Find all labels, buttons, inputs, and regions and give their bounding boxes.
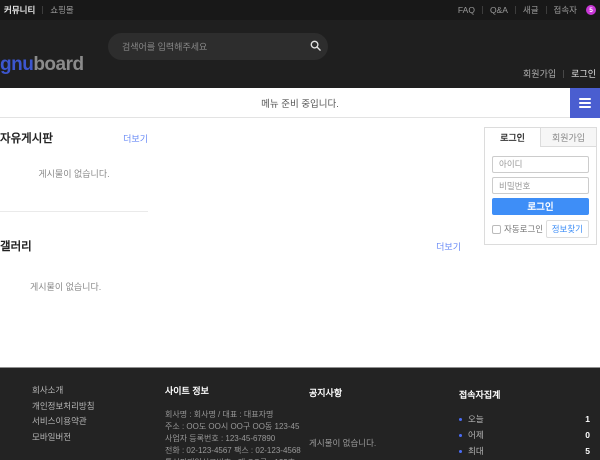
- nav-new-posts[interactable]: 새글: [523, 4, 539, 16]
- gallery-header: 갤러리 더보기: [0, 230, 461, 254]
- footer-link-privacy[interactable]: 개인정보처리방침: [32, 400, 95, 412]
- login-widget-tabs: 로그인 회원가입: [485, 128, 596, 147]
- divider: [482, 6, 483, 14]
- main-menu-bar: 메뉴 준비 중입니다.: [0, 88, 600, 118]
- footer-notice: 공지사항 게시물이 없습니다.: [309, 386, 376, 449]
- bullet-icon: [459, 450, 462, 453]
- site-footer: 회사소개 개인정보처리방침 서비스이용약관 모바일버전 사이트 정보 회사명 :…: [0, 367, 600, 460]
- gallery-title: 갤러리: [0, 238, 32, 254]
- topbar-left: 커뮤니티 쇼핑몰: [4, 4, 74, 16]
- visitor-value: 0: [585, 430, 590, 440]
- login-widget: 로그인 회원가입 로그인 자동로그인 정보찾기: [484, 127, 597, 245]
- visitor-count-badge[interactable]: 5: [586, 5, 596, 15]
- visitor-label: 최대: [468, 445, 585, 457]
- divider: [515, 6, 516, 14]
- menu-notice-text: 메뉴 준비 중입니다.: [261, 96, 339, 110]
- visitor-row-max: 최대 5: [459, 445, 590, 457]
- notice-title: 공지사항: [309, 386, 376, 399]
- free-board-header: 자유게시판 더보기: [0, 122, 148, 146]
- bullet-icon: [459, 434, 462, 437]
- divider: [546, 6, 547, 14]
- auto-login-checkbox[interactable]: [492, 225, 501, 234]
- free-board-more-link[interactable]: 더보기: [123, 132, 148, 145]
- logo-text-gnu: gnu: [0, 54, 33, 75]
- visitor-row-yesterday: 어제 0: [459, 429, 590, 441]
- footer-link-company[interactable]: 회사소개: [32, 384, 95, 396]
- join-link[interactable]: 회원가입: [523, 67, 556, 80]
- nav-shop[interactable]: 쇼핑몰: [50, 4, 73, 16]
- nav-visitors[interactable]: 접속자: [554, 4, 577, 16]
- gallery-empty-text: 게시물이 없습니다.: [30, 280, 101, 293]
- site-info-reg-number: 사업자 등록번호 : 123-45-67890: [165, 433, 301, 445]
- nav-faq[interactable]: FAQ: [458, 5, 475, 15]
- visitor-row-today: 오늘 1: [459, 413, 590, 425]
- footer-links: 회사소개 개인정보처리방침 서비스이용약관 모바일버전: [32, 384, 95, 446]
- site-info-lines: 회사명 : 회사명 / 대표 : 대표자명 주소 : OO도 OO시 OO구 O…: [165, 409, 301, 460]
- gallery-more-link[interactable]: 더보기: [436, 240, 461, 253]
- free-board-title: 자유게시판: [0, 130, 53, 146]
- site-info-title: 사이트 정보: [165, 384, 301, 397]
- auto-login-label: 자동로그인: [504, 223, 543, 235]
- visitor-value: 1: [585, 414, 590, 424]
- page: 커뮤니티 쇼핑몰 FAQ Q&A 새글 접속자 5 gnuboard: [0, 0, 600, 460]
- footer-link-terms[interactable]: 서비스이용약관: [32, 415, 95, 427]
- auto-login-checkbox-group[interactable]: 자동로그인: [492, 223, 543, 235]
- divider: [563, 70, 564, 78]
- visitor-value: 5: [585, 446, 590, 456]
- hamburger-icon: [579, 98, 591, 108]
- footer-visitor-stats: 접속자집계 오늘 1 어제 0 최대 5: [459, 388, 590, 460]
- id-field[interactable]: [492, 156, 589, 173]
- logo-text-board: board: [33, 54, 83, 75]
- site-header: gnuboard 회원가입 로그인: [0, 20, 600, 88]
- search-button[interactable]: [302, 34, 328, 60]
- nav-community[interactable]: 커뮤니티: [4, 4, 35, 16]
- site-info-company: 회사명 : 회사명 / 대표 : 대표자명: [165, 409, 301, 421]
- site-logo[interactable]: gnuboard: [0, 54, 84, 76]
- divider: [42, 6, 43, 14]
- gallery-section: 갤러리 더보기 게시물이 없습니다.: [0, 230, 461, 310]
- site-info-phone: 전화 : 02-123-4567 팩스 : 02-123-4568: [165, 445, 301, 457]
- top-utility-bar: 커뮤니티 쇼핑몰 FAQ Q&A 새글 접속자 5: [0, 0, 600, 20]
- visitor-stats-rows: 오늘 1 어제 0 최대 5 전체 21: [459, 413, 590, 460]
- header-member-links: 회원가입 로그인: [523, 67, 596, 80]
- bullet-icon: [459, 418, 462, 421]
- notice-empty-text: 게시물이 없습니다.: [309, 437, 376, 449]
- login-link[interactable]: 로그인: [571, 67, 596, 80]
- visitor-label: 어제: [468, 429, 585, 441]
- login-options-row: 자동로그인 정보찾기: [492, 220, 589, 238]
- hamburger-menu-button[interactable]: [570, 88, 600, 118]
- topbar-right: FAQ Q&A 새글 접속자 5: [458, 4, 596, 16]
- footer-site-info: 사이트 정보 회사명 : 회사명 / 대표 : 대표자명 주소 : OO도 OO…: [165, 384, 301, 460]
- free-board-empty-text: 게시물이 없습니다.: [0, 167, 148, 180]
- tab-join[interactable]: 회원가입: [540, 128, 596, 147]
- login-button[interactable]: 로그인: [492, 198, 589, 215]
- free-board-section: 자유게시판 더보기 게시물이 없습니다.: [0, 122, 148, 212]
- nav-qna[interactable]: Q&A: [490, 5, 508, 15]
- visitor-stats-title: 접속자집계: [459, 388, 590, 401]
- login-widget-body: 로그인 자동로그인 정보찾기: [485, 147, 596, 244]
- site-info-address: 주소 : OO도 OO시 OO구 OO동 123-45: [165, 421, 301, 433]
- search-bar: [108, 33, 328, 60]
- visitor-label: 오늘: [468, 413, 585, 425]
- password-field[interactable]: [492, 177, 589, 194]
- tab-login[interactable]: 로그인: [485, 128, 540, 147]
- search-input[interactable]: [108, 42, 302, 52]
- search-icon: [310, 39, 321, 54]
- find-info-button[interactable]: 정보찾기: [546, 220, 589, 238]
- footer-link-mobile[interactable]: 모바일버전: [32, 431, 95, 443]
